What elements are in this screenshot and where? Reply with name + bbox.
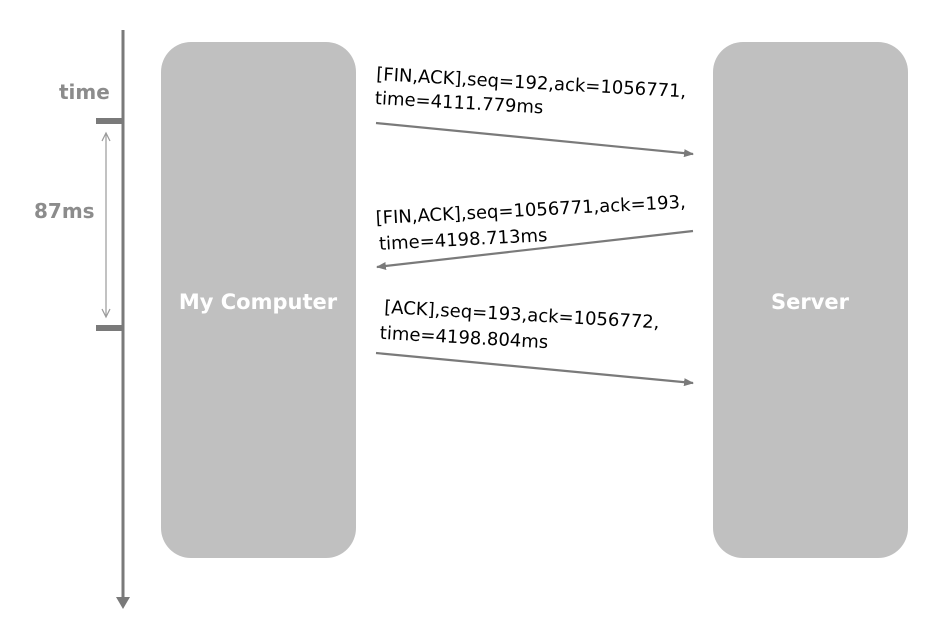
- server-label: Server: [771, 290, 850, 314]
- time-tick-start: [96, 118, 123, 124]
- client-label: My Computer: [179, 290, 338, 314]
- message-3-line2: time=4198.804ms: [379, 323, 548, 353]
- message-1: [FIN,ACK],seq=192,ack=1056771, time=4111…: [374, 64, 686, 118]
- handshake-diagram: time 87ms My Computer Server [FIN,ACK],s…: [34, 30, 908, 609]
- time-tick-end: [96, 325, 123, 331]
- time-axis-arrowhead: [116, 597, 130, 609]
- message-1-arrow: [375, 121, 694, 158]
- message-2: [FIN,ACK],seq=1056771,ack=193, time=4198…: [375, 192, 686, 255]
- message-2-line1: [FIN,ACK],seq=1056771,ack=193,: [375, 192, 686, 229]
- time-axis-label: time: [59, 80, 110, 104]
- interval-label: 87ms: [34, 199, 95, 223]
- message-3: [ACK],seq=193,ack=1056772, time=4198.804…: [379, 297, 660, 353]
- message-3-arrow: [375, 351, 694, 387]
